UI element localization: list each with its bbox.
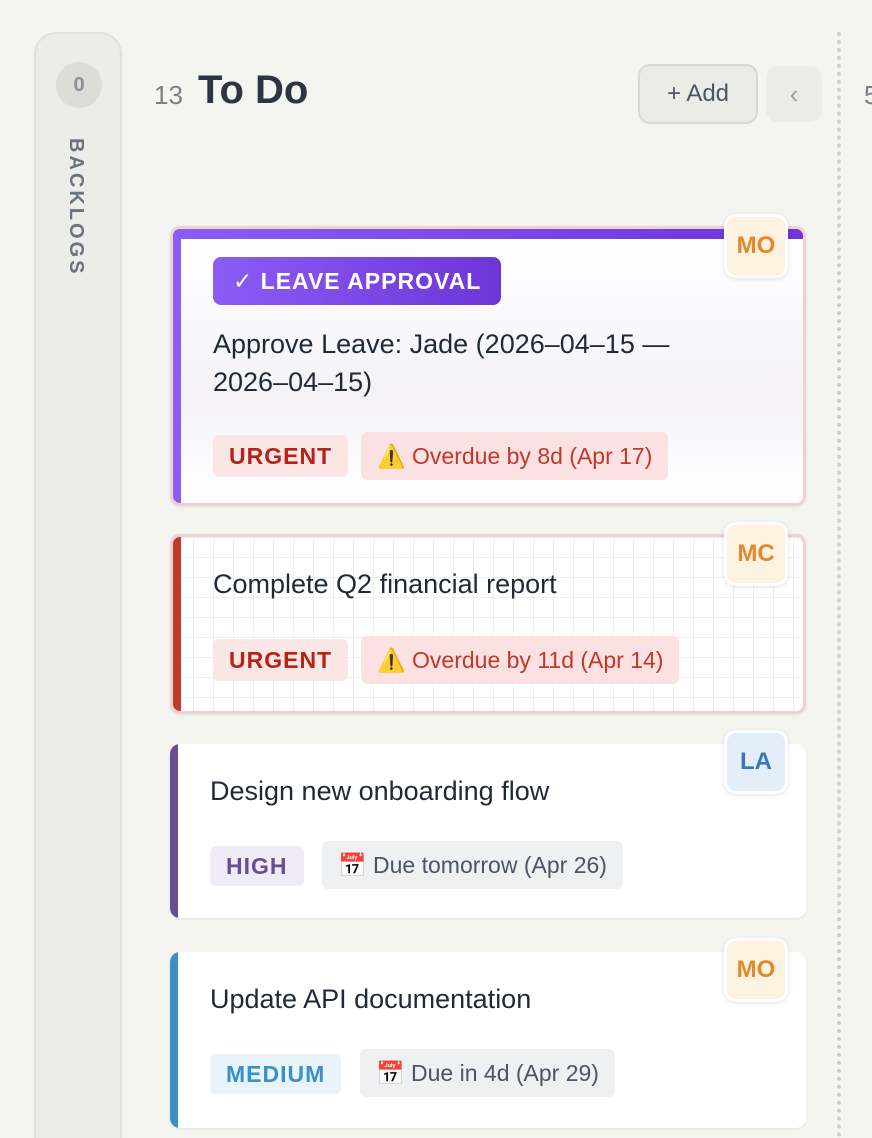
card-title: Design new onboarding flow (210, 776, 550, 806)
priority-tag: URGENT (213, 435, 349, 477)
add-task-button[interactable]: + Add (638, 64, 758, 124)
due-date-tag: ⚠️ Overdue by 11d (Apr 14) (361, 636, 680, 684)
due-date-tag: 📅 Due in 4d (Apr 29) (360, 1049, 615, 1097)
card-priority-stripe (170, 744, 178, 918)
assignee-avatar[interactable]: LA (724, 730, 788, 794)
due-date-tag: ⚠️ Overdue by 8d (Apr 17) (361, 432, 669, 480)
backlogs-count: 0 (56, 62, 102, 108)
priority-tag: URGENT (213, 639, 349, 681)
assignee-avatar[interactable]: MO (724, 214, 788, 278)
collapse-column-button[interactable]: ‹ (766, 66, 822, 122)
assignee-avatar[interactable]: MO (724, 938, 788, 1002)
card-title: Complete Q2 financial report (213, 569, 557, 599)
card-title: Update API documentation (210, 984, 532, 1014)
priority-tag: MEDIUM (210, 1054, 342, 1094)
card-priority-stripe (170, 952, 178, 1128)
chevron-left-icon: ‹ (789, 78, 799, 109)
assignee-avatar[interactable]: MC (724, 522, 788, 586)
column-title: To Do (198, 68, 309, 112)
priority-tag: HIGH (210, 846, 304, 886)
task-card[interactable]: Update API documentation MEDIUM 📅 Due in… (170, 952, 806, 1128)
card-title: Approve Leave: Jade (2026–04–15 — 2026–0… (213, 329, 670, 397)
card-accent-bar (173, 229, 803, 239)
leave-approval-badge: ✓ LEAVE APPROVAL (213, 257, 502, 305)
next-column-count: 5 (864, 80, 872, 110)
task-card[interactable]: Design new onboarding flow HIGH 📅 Due to… (170, 744, 806, 918)
column-count: 13 (154, 80, 183, 110)
card-priority-stripe (173, 537, 181, 711)
backlogs-column[interactable]: 0 BACKLOGS (34, 32, 122, 1138)
task-card[interactable]: ✓ LEAVE APPROVAL Approve Leave: Jade (20… (170, 226, 806, 506)
backlogs-label: BACKLOGS (65, 138, 87, 277)
due-date-tag: 📅 Due tomorrow (Apr 26) (322, 841, 623, 889)
column-divider (837, 32, 841, 1138)
task-card[interactable]: Complete Q2 financial report URGENT ⚠️ O… (170, 534, 806, 714)
card-priority-stripe (173, 229, 181, 503)
